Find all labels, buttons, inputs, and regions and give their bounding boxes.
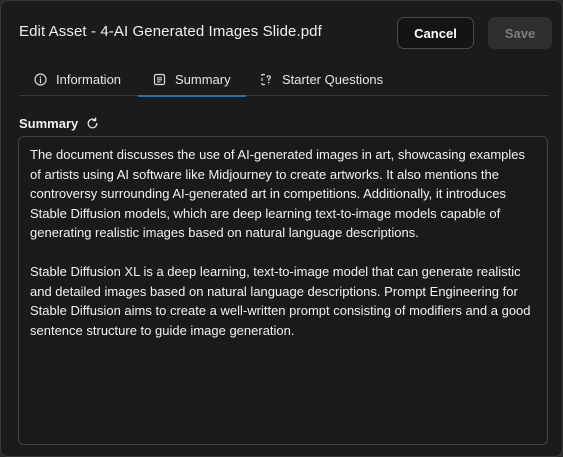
tab-information[interactable]: Information [33, 63, 121, 96]
edit-asset-dialog: Edit Asset - 4-AI Generated Images Slide… [0, 0, 563, 457]
save-button[interactable]: Save [488, 17, 552, 49]
tab-summary-label: Summary [175, 72, 231, 87]
tab-bar: Information Summary Starter Questions [19, 63, 549, 97]
summary-label-text: Summary [19, 116, 79, 131]
tab-information-label: Information [56, 72, 122, 87]
tab-starter-questions-label: Starter Questions [282, 72, 384, 87]
cancel-button[interactable]: Cancel [397, 17, 474, 49]
document-lines-icon [152, 73, 166, 87]
summary-section-label: Summary [19, 116, 99, 131]
dialog-header: Edit Asset - 4-AI Generated Images Slide… [1, 1, 562, 65]
refresh-icon[interactable] [85, 117, 99, 131]
summary-paragraph: The document discusses the use of AI-gen… [30, 147, 525, 240]
dialog-title: Edit Asset - 4-AI Generated Images Slide… [19, 23, 322, 40]
tab-starter-questions[interactable]: Starter Questions [259, 63, 383, 96]
info-circle-icon [33, 73, 47, 87]
tab-summary[interactable]: Summary [138, 63, 246, 97]
summary-paragraph: Stable Diffusion XL is a deep learning, … [30, 264, 531, 338]
summary-textarea[interactable]: The document discusses the use of AI-gen… [18, 136, 548, 445]
question-flow-icon [259, 73, 273, 87]
